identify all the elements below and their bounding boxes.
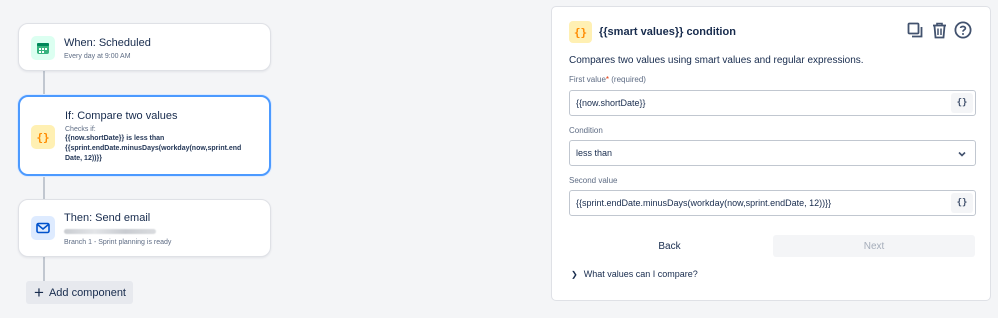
panel-title: {{smart values}} condition xyxy=(599,26,736,38)
condition-expression-line: {{now.shortDate}} is less than xyxy=(65,135,165,142)
mail-icon xyxy=(31,216,55,240)
first-value-label: First value* (required) xyxy=(569,75,646,84)
condition-selected-value: less than xyxy=(576,148,613,158)
panel-toolbar xyxy=(906,21,972,39)
condition-expression-line: Date, 12))}} xyxy=(65,155,102,162)
help-icon[interactable] xyxy=(954,21,972,39)
smart-value-button[interactable]: {} xyxy=(951,93,973,113)
plus-icon: + xyxy=(34,283,44,302)
condition-card[interactable]: {} If: Compare two values Checks if: {{n… xyxy=(18,95,271,176)
chevron-down-icon xyxy=(958,151,966,157)
second-value-input[interactable]: {{sprint.endDate.minusDays(workday(now,s… xyxy=(569,190,976,216)
trigger-title: When: Scheduled xyxy=(64,37,151,49)
first-value-text: {{now.shortDate}} xyxy=(576,98,646,108)
second-value-text: {{sprint.endDate.minusDays(workday(now,s… xyxy=(576,198,832,208)
condition-expression-line: {{sprint.endDate.minusDays(workday(now,s… xyxy=(65,145,242,152)
curly-braces-icon: {} xyxy=(31,125,55,149)
add-component-button[interactable]: + Add component xyxy=(26,281,133,304)
what-values-expander[interactable]: ❯ What values can I compare? xyxy=(571,269,698,279)
first-value-label-text: First value xyxy=(569,75,606,84)
chevron-right-icon: ❯ xyxy=(571,269,578,279)
condition-label: Condition xyxy=(569,126,603,135)
condition-label: Checks if: xyxy=(65,126,96,133)
second-value-label: Second value xyxy=(569,176,618,185)
copy-icon[interactable] xyxy=(906,21,924,39)
add-component-label: Add component xyxy=(48,286,126,299)
panel-description: Compares two values using smart values a… xyxy=(569,55,864,66)
condition-summary: Checks if: {{now.shortDate}} is less tha… xyxy=(65,125,265,164)
condition-select[interactable]: less than xyxy=(569,140,976,166)
expander-label: What values can I compare? xyxy=(583,269,698,279)
redacted-recipient xyxy=(64,229,156,234)
smart-value-button[interactable]: {} xyxy=(951,193,973,213)
next-button[interactable]: Next xyxy=(773,235,975,257)
action-title: Then: Send email xyxy=(64,212,151,224)
trigger-card[interactable]: When: Scheduled Every day at 9:00 AM xyxy=(18,23,271,71)
trigger-subtitle: Every day at 9:00 AM xyxy=(64,53,131,60)
curly-braces-glyph: {} xyxy=(36,130,50,144)
trash-icon[interactable] xyxy=(930,21,948,39)
panel-icon-glyph: {} xyxy=(573,25,588,39)
required-mark: * xyxy=(605,75,610,84)
required-hint: (required) xyxy=(611,75,646,84)
action-subtitle: Branch 1 - Sprint planning is ready xyxy=(64,239,172,246)
action-card[interactable]: Then: Send email Branch 1 - Sprint plann… xyxy=(18,199,271,257)
condition-title: If: Compare two values xyxy=(65,110,178,122)
condition-config-panel: {} {{smart values}} condition Compares t… xyxy=(551,6,991,301)
curly-braces-icon: {} xyxy=(569,21,592,43)
calendar-icon xyxy=(31,36,55,60)
first-value-input[interactable]: {{now.shortDate}} {} xyxy=(569,90,976,116)
back-button[interactable]: Back xyxy=(569,235,770,257)
